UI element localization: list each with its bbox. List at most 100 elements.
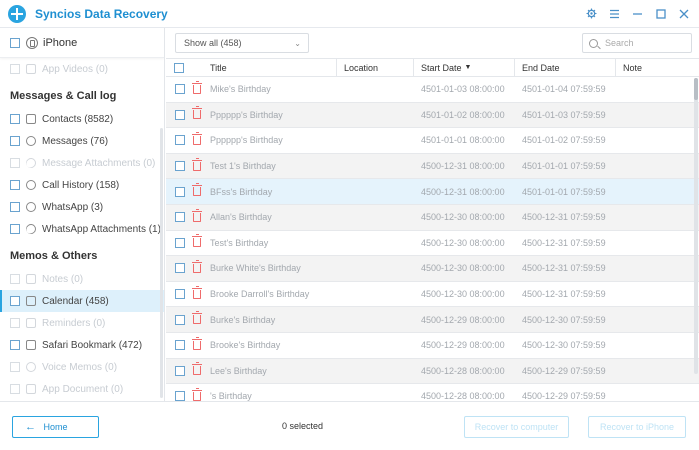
row-checkbox[interactable]	[175, 365, 185, 376]
row-checkbox[interactable]	[175, 237, 185, 248]
contacts-icon	[26, 114, 36, 124]
sidebar-item-whatsapp-attachments[interactable]: WhatsApp Attachments (1)	[0, 218, 164, 240]
minimize-icon[interactable]	[628, 4, 647, 23]
column-header-title[interactable]: Title	[203, 59, 337, 76]
sidebar-item-calendar[interactable]: Calendar (458)	[0, 290, 164, 312]
row-checkbox[interactable]	[175, 289, 185, 300]
cell-title: Allan's Birthday	[210, 212, 272, 223]
table-row[interactable]: Brooke Darroll's Birthday 4500-12-30 08:0…	[166, 282, 699, 308]
recover-to-iphone-button[interactable]: Recover to iPhone	[588, 416, 686, 438]
paperclip-icon	[23, 155, 39, 171]
column-header-end-date[interactable]: End Date	[515, 59, 616, 76]
cell-start-date: 4500-12-30 08:00:00	[421, 263, 505, 274]
checkbox[interactable]	[10, 180, 20, 190]
checkbox[interactable]	[10, 274, 20, 284]
cell-end-date: 4500-12-30 07:59:59	[522, 314, 606, 325]
cell-title: Lee's Birthday	[210, 365, 267, 376]
cell-note	[616, 384, 691, 401]
sidebar-item-safari-bookmark[interactable]: Safari Bookmark (472)	[0, 334, 164, 356]
checkbox[interactable]	[10, 340, 20, 350]
sidebar-item-messages[interactable]: Messages (76)	[0, 130, 164, 152]
sidebar-item-voice-memos[interactable]: Voice Memos (0)	[0, 356, 164, 378]
sidebar-scrollbar[interactable]	[160, 128, 163, 398]
checkbox[interactable]	[10, 202, 20, 212]
sidebar-item-whatsapp[interactable]: WhatsApp (3)	[0, 196, 164, 218]
maximize-icon[interactable]	[651, 4, 670, 23]
table-row[interactable]: Burke's Birthday 4500-12-29 08:00:00 4500-…	[166, 307, 699, 333]
row-checkbox[interactable]	[175, 186, 185, 197]
home-label: Home	[43, 422, 68, 432]
table-row[interactable]: Mike's Birthday 4501-01-03 08:00:00 4501-0…	[166, 77, 699, 103]
cell-note	[616, 256, 691, 281]
checkbox[interactable]	[10, 296, 20, 306]
section-header-messages: Messages & Call log	[10, 90, 117, 102]
row-checkbox[interactable]	[175, 391, 185, 401]
table-row[interactable]: Pppppp's Birthday 4501-01-02 08:00:00 4501…	[166, 102, 699, 129]
trash-icon	[192, 106, 202, 120]
row-checkbox[interactable]	[175, 161, 185, 172]
row-checkbox[interactable]	[175, 109, 185, 120]
sidebar-item-message-attachments[interactable]: Message Attachments (0)	[0, 152, 164, 174]
checkbox[interactable]	[10, 136, 20, 146]
table-scrollbar-track[interactable]	[694, 78, 698, 374]
row-checkbox[interactable]	[175, 263, 185, 274]
table-row[interactable]: Allan's Birthday 4500-12-30 08:00:00 4500-…	[166, 204, 699, 231]
device-checkbox[interactable]	[10, 37, 20, 48]
sidebar-item-contacts[interactable]: Contacts (8582)	[0, 108, 164, 130]
document-icon	[26, 384, 36, 394]
table-row[interactable]: Test's Birthday 4500-12-30 08:00:00 4500-1…	[166, 231, 699, 257]
cell-location	[337, 333, 414, 358]
filter-dropdown[interactable]: Show all (458) ⌄	[175, 33, 309, 53]
checkbox[interactable]	[10, 362, 20, 372]
select-all-checkbox[interactable]	[174, 62, 184, 73]
paperclip-icon	[23, 221, 39, 237]
trash-icon	[192, 285, 202, 299]
column-header-note[interactable]: Note	[616, 59, 691, 76]
settings-gear-icon[interactable]	[582, 4, 601, 23]
column-header-start-date[interactable]: Start Date ▼	[414, 59, 515, 76]
row-checkbox[interactable]	[175, 84, 185, 95]
column-header-location[interactable]: Location	[337, 59, 414, 76]
checkbox[interactable]	[10, 224, 20, 234]
iphone-icon	[26, 36, 38, 49]
sidebar-item-app-document[interactable]: App Document (0)	[0, 378, 164, 400]
trash-icon	[192, 234, 202, 248]
cell-title: Test's Birthday	[210, 237, 269, 248]
table-scrollbar-thumb[interactable]	[694, 78, 698, 100]
table-row[interactable]: 's Birthday 4500-12-28 08:00:00 4500-12-29…	[166, 384, 699, 401]
sidebar-item-call-history[interactable]: Call History (158)	[0, 174, 164, 196]
row-checkbox[interactable]	[175, 340, 185, 351]
sidebar-item-app-videos[interactable]: App Videos (0)	[0, 58, 164, 80]
checkbox[interactable]	[10, 114, 20, 124]
table-row[interactable]: Lee's Birthday 4500-12-28 08:00:00 4500-12…	[166, 358, 699, 385]
checkbox[interactable]	[10, 158, 20, 168]
cell-end-date: 4500-12-31 07:59:59	[522, 237, 606, 248]
close-icon[interactable]	[674, 4, 693, 23]
row-checkbox[interactable]	[175, 135, 185, 146]
cell-title: Pppppp's Birthday	[210, 109, 283, 120]
sidebar-item-label: Voice Memos (0)	[42, 361, 118, 373]
table-row[interactable]: Burke White's Birthday 4500-12-30 08:00:0…	[166, 256, 699, 282]
trash-icon	[192, 131, 202, 145]
cell-note	[616, 77, 691, 102]
device-row[interactable]: iPhone	[0, 28, 164, 58]
table-row[interactable]: Test 1's Birthday 4500-12-31 08:00:00 4501…	[166, 153, 699, 180]
table-row[interactable]: Pppppp's Birthday 4501-01-01 08:00:00 4501…	[166, 128, 699, 154]
device-name: iPhone	[43, 36, 78, 49]
table-row[interactable]: Brooke's Birthday 4500-12-29 08:00:00 4500…	[166, 333, 699, 359]
home-button[interactable]: ← Home	[12, 416, 99, 438]
filter-value: Show all (458)	[184, 38, 242, 48]
recover-to-computer-button[interactable]: Recover to computer	[464, 416, 569, 438]
sidebar-item-reminders[interactable]: Reminders (0)	[0, 312, 164, 334]
row-checkbox[interactable]	[175, 212, 185, 223]
sidebar-item-notes[interactable]: Notes (0)	[0, 268, 164, 290]
table-row[interactable]: BFss's Birthday 4500-12-31 08:00:00 4501-0…	[166, 179, 699, 205]
syncios-logo-icon	[8, 4, 26, 23]
cell-title: BFss's Birthday	[210, 186, 273, 197]
menu-icon[interactable]	[605, 4, 624, 23]
row-checkbox[interactable]	[175, 314, 185, 325]
checkbox[interactable]	[10, 64, 20, 74]
search-input[interactable]: Search	[582, 33, 692, 53]
checkbox[interactable]	[10, 318, 20, 328]
checkbox[interactable]	[10, 384, 20, 394]
